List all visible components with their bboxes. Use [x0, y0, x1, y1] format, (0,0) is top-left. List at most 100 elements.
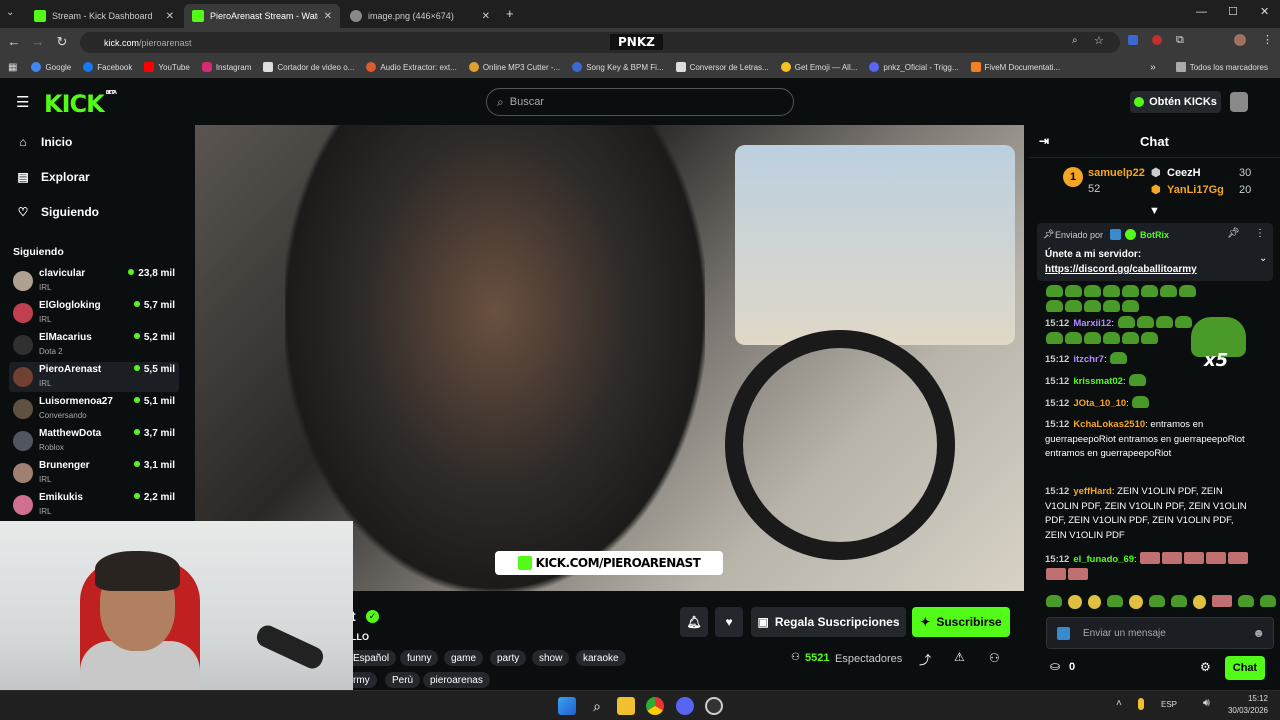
chat-settings-gear-icon[interactable]: ⚙ [1200, 660, 1211, 674]
obs-icon[interactable] [705, 697, 723, 715]
bookmark-item[interactable]: YouTube [144, 62, 190, 72]
emote-picker-bar[interactable] [1045, 595, 1277, 611]
msg-user[interactable]: el_funado_69 [1073, 554, 1134, 565]
bookmark-star-icon[interactable]: ☆ [1094, 34, 1104, 47]
following-item[interactable]: ElMacarius Dota 2 5,2 mil [9, 330, 179, 360]
emote-icon[interactable] [1212, 595, 1232, 607]
follow-heart-button[interactable]: ♥ [715, 607, 743, 637]
bookmark-item[interactable]: Instagram [201, 62, 251, 72]
emote-icon[interactable] [1237, 595, 1254, 607]
following-item[interactable]: PieroArenast IRL 5,5 mil [9, 362, 179, 392]
bookmark-item[interactable]: Get Emoji — All... [780, 62, 857, 72]
following-item[interactable]: Emikukis IRL 2,2 mil [9, 490, 179, 520]
puzzle-icon[interactable]: ⧉ [1176, 34, 1184, 47]
bookmark-item[interactable]: Audio Extractor: ext... [366, 62, 457, 72]
close-tab-icon[interactable]: ✕ [324, 11, 332, 22]
tag[interactable]: funny [400, 650, 439, 666]
following-item[interactable]: MatthewDota Roblox 3,7 mil [9, 426, 179, 456]
send-chat-button[interactable]: Chat [1225, 656, 1265, 680]
profile-avatar[interactable] [1234, 34, 1246, 46]
bookmark-item[interactable]: Cortador de video o... [263, 62, 354, 72]
nav-inicio[interactable]: ⌂ Inicio [16, 135, 72, 149]
tag[interactable]: show [532, 650, 570, 666]
pin-menu-icon[interactable]: ⋮ [1255, 228, 1265, 239]
tab-pieroarenast[interactable]: PieroArenast Stream - Wate ✕ [184, 4, 340, 28]
url-field[interactable]: kick.com/pieroarenast [80, 32, 1120, 53]
emote-icon[interactable] [1046, 595, 1063, 607]
bookmark-item[interactable]: FiveM Documentati... [970, 62, 1060, 72]
tab-kick-dashboard[interactable]: Stream - Kick Dashboard ✕ [26, 4, 182, 28]
msg-user[interactable]: itzchr7 [1073, 354, 1104, 365]
more-bookmarks-icon[interactable]: » [1150, 62, 1156, 73]
new-tab-button[interactable]: + [506, 6, 514, 21]
file-explorer-icon[interactable] [617, 697, 635, 715]
following-item[interactable]: Brunenger IRL 3,1 mil [9, 458, 179, 488]
close-window-icon[interactable]: ✕ [1260, 5, 1269, 18]
volume-icon[interactable]: 🔊︎ [1203, 697, 1210, 710]
collapse-chat-icon[interactable]: ⇥ [1039, 134, 1049, 148]
apps-grid-icon[interactable]: ▦ [8, 62, 17, 73]
nav-siguiendo[interactable]: ♡ Siguiendo [16, 205, 99, 219]
windows-start-icon[interactable] [558, 697, 576, 715]
mic-tray-icon[interactable] [1138, 698, 1144, 710]
leader-name[interactable]: CeezH [1167, 167, 1201, 179]
extension-icon[interactable] [1128, 35, 1138, 45]
tab-search-icon[interactable]: ⌄ [6, 7, 14, 18]
msg-user[interactable]: JOta_10_10 [1073, 398, 1126, 409]
forward-icon[interactable]: → [30, 34, 46, 49]
msg-user[interactable]: yeffHard [1073, 486, 1112, 497]
close-tab-icon[interactable]: ✕ [482, 11, 490, 22]
reload-icon[interactable]: ↻ [54, 34, 70, 50]
extension-icon[interactable] [1152, 35, 1162, 45]
bookmark-item[interactable]: Conversor de Letras... [675, 62, 769, 72]
following-item[interactable]: clavicular IRL 23,8 mil [9, 266, 179, 296]
pinned-by[interactable]: BotRix [1140, 230, 1169, 240]
unpin-icon[interactable]: 📌︎ [1227, 228, 1240, 239]
msg-user[interactable]: Marxii12 [1073, 318, 1111, 329]
notification-bell-button[interactable]: 🔔︎ [680, 607, 708, 637]
tag[interactable]: pieroarenas [423, 672, 490, 688]
bookmark-item[interactable]: Google [31, 62, 71, 72]
emote-icon[interactable] [1068, 595, 1082, 609]
chat-message-input[interactable]: Enviar un mensaje ☻ [1046, 617, 1274, 649]
emote-icon[interactable] [1259, 595, 1276, 607]
clock-time[interactable]: 15:12 [1236, 694, 1268, 703]
hamburger-menu-icon[interactable]: ☰ [16, 93, 29, 111]
clock-date[interactable]: 30/03/2026 [1222, 706, 1268, 715]
tag[interactable]: game [444, 650, 484, 666]
zoom-icon[interactable]: ⌕ [1072, 35, 1078, 46]
following-item[interactable]: Luisormenoa27 Conversando 5,1 mil [9, 394, 179, 424]
msg-user[interactable]: KchaLokas2510 [1073, 419, 1145, 430]
emote-icon[interactable] [1129, 595, 1143, 609]
emote-icon[interactable] [1148, 595, 1165, 607]
nav-explorar[interactable]: ▤ Explorar [16, 170, 89, 184]
expand-pin-icon[interactable]: ⌄ [1259, 253, 1267, 264]
all-bookmarks[interactable]: Todos los marcadores [1175, 62, 1268, 72]
emote-icon[interactable] [1193, 595, 1207, 609]
discord-icon[interactable] [676, 697, 694, 715]
bookmark-item[interactable]: pnkz_Oficial - Trigg... [869, 62, 959, 72]
search-input[interactable]: ⌕ Buscar [486, 88, 794, 116]
emote-icon[interactable] [1106, 595, 1124, 607]
extension-badge[interactable]: PNKZ [610, 34, 663, 50]
pinned-link[interactable]: https://discord.gg/caballitoarmy [1045, 264, 1197, 275]
user-options-icon[interactable]: ⚇ [989, 651, 1000, 665]
expand-leaderboard-icon[interactable]: ▼ [1149, 205, 1160, 217]
msg-user[interactable]: krissmat02 [1073, 376, 1123, 387]
leader-name[interactable]: YanLi17Gg [1167, 184, 1224, 196]
user-avatar[interactable] [1230, 92, 1248, 112]
subscribe-button[interactable]: ✦ Suscribirse [912, 607, 1010, 637]
close-tab-icon[interactable]: ✕ [166, 11, 174, 22]
search-icon[interactable]: ⌕ [588, 697, 606, 715]
back-icon[interactable]: ← [6, 34, 22, 49]
tag[interactable]: Perù [385, 672, 421, 688]
get-kicks-button[interactable]: Obtén KICKs [1130, 91, 1221, 113]
leader-name[interactable]: samuelp22 [1088, 167, 1145, 179]
report-icon[interactable]: ⚠ [954, 650, 965, 664]
gift-subs-button[interactable]: ▣ Regala Suscripciones [751, 607, 906, 637]
language-indicator[interactable]: ESP [1161, 700, 1177, 709]
emoji-picker-icon[interactable]: ☻ [1252, 626, 1265, 640]
tray-chevron-icon[interactable]: ˄ [1116, 698, 1122, 709]
menu-kebab-icon[interactable]: ⋮ [1262, 33, 1273, 46]
share-icon[interactable]: ⤴ [919, 651, 931, 668]
